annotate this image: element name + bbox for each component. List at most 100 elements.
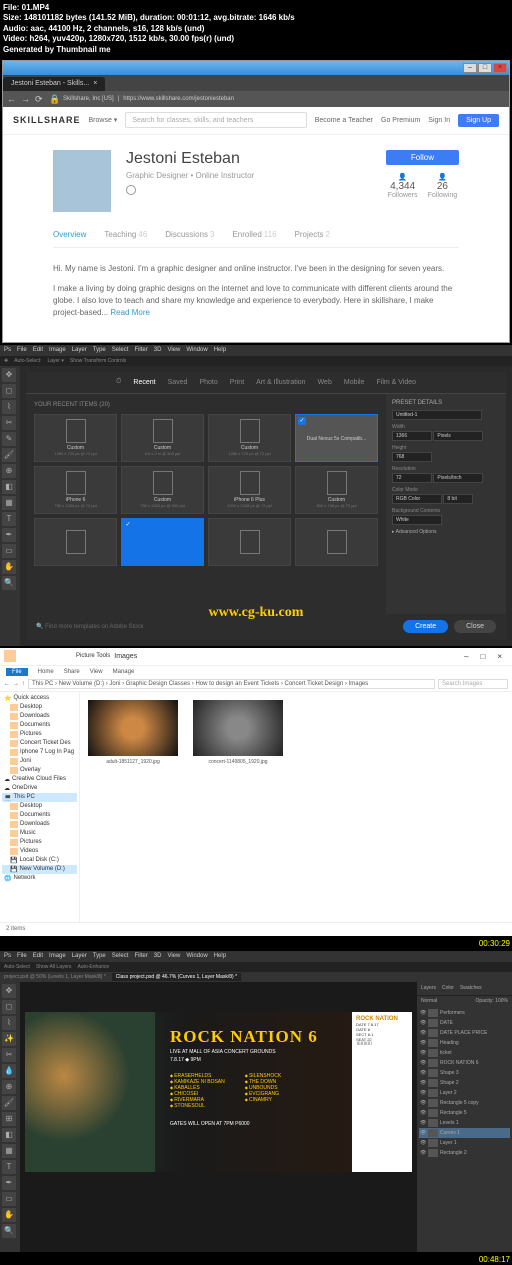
create-button[interactable]: Create [403, 620, 448, 633]
type-tool-icon[interactable]: T [2, 512, 16, 526]
tree-node[interactable]: Documents [2, 811, 77, 820]
layer-row[interactable]: 👁DATE [419, 1018, 510, 1028]
layer-row[interactable]: 👁Performers [419, 1008, 510, 1018]
move-tool-icon[interactable]: ✥ [2, 984, 16, 998]
opacity-label[interactable]: Opacity: 100% [475, 998, 508, 1004]
gradient-tool-icon[interactable]: ▦ [2, 1144, 16, 1158]
file-thumb[interactable]: concert-1149805_1920.jpg [193, 700, 283, 914]
tab-projects[interactable]: Projects2 [295, 230, 330, 239]
marquee-tool-icon[interactable]: ◻ [2, 1000, 16, 1014]
maximize-button[interactable]: □ [478, 63, 492, 73]
layer-row[interactable]: 👁Rectangle 2 [419, 1148, 510, 1158]
breadcrumb[interactable]: This PC › New Volume (D:) › Joni › Graph… [28, 679, 435, 689]
tab-overview[interactable]: Overview [53, 230, 86, 239]
tree-node[interactable]: Videos [2, 847, 77, 856]
eraser-tool-icon[interactable]: ◧ [2, 1128, 16, 1142]
tab-discussions[interactable]: Discussions3 [165, 230, 214, 239]
panel-tab[interactable]: Swatches [460, 985, 482, 991]
close-button[interactable]: Close [454, 620, 496, 633]
tree-node[interactable]: Music [2, 829, 77, 838]
nd-tab-print[interactable]: Print [230, 379, 244, 386]
following-stat[interactable]: 👤 26 Following [428, 173, 458, 199]
ribbon-tab[interactable]: File [6, 668, 28, 676]
panel-tab[interactable]: Color [442, 985, 454, 991]
layer-row[interactable]: 👁DATE PLACE PRICE [419, 1028, 510, 1038]
menu-item[interactable]: Window [186, 347, 207, 353]
layer-row[interactable]: 👁Shape 2 [419, 1078, 510, 1088]
stamp-tool-icon[interactable]: ⊕ [2, 464, 16, 478]
tree-node[interactable]: Desktop [2, 802, 77, 811]
hand-tool-icon[interactable]: ✋ [2, 1208, 16, 1222]
nd-tab-art[interactable]: Art & Illustration [256, 379, 305, 386]
tree-node[interactable]: ☁ OneDrive [2, 784, 77, 793]
tree-node[interactable]: Desktop [2, 703, 77, 712]
tree-node[interactable]: Pictures [2, 838, 77, 847]
preset-item[interactable] [121, 518, 204, 566]
forward-icon[interactable]: → [21, 94, 31, 104]
menu-item[interactable]: Select [112, 953, 129, 959]
reload-icon[interactable]: ⟳ [35, 94, 45, 104]
menu-item[interactable]: Layer [72, 347, 87, 353]
search-input[interactable]: Search Images [438, 679, 508, 689]
close-button[interactable]: × [493, 63, 507, 73]
menu-item[interactable]: Layer [72, 953, 87, 959]
eraser-tool-icon[interactable]: ◧ [2, 480, 16, 494]
close-button[interactable]: × [491, 652, 508, 661]
preset-item[interactable]: Custom800 x 748 px @ 72 ppi [295, 466, 378, 514]
up-icon[interactable]: ↑ [22, 681, 25, 687]
bg-select[interactable]: White [392, 515, 442, 525]
tree-node[interactable]: Downloads [2, 712, 77, 721]
layer-row[interactable]: 👁Layer 1 [419, 1138, 510, 1148]
sign-in-link[interactable]: Sign In [428, 117, 450, 124]
doc-tab[interactable]: Class project.psd @ 46.7% (Curves 1, Lay… [112, 973, 241, 981]
resolution-input[interactable]: 72 [392, 473, 432, 483]
menu-item[interactable]: 3D [154, 953, 162, 959]
menu-item[interactable]: Filter [134, 347, 147, 353]
zoom-tool-icon[interactable]: 🔍 [2, 576, 16, 590]
move-tool-icon[interactable]: ✥ [2, 368, 16, 382]
menu-item[interactable]: Ps [4, 953, 11, 959]
tree-node[interactable]: Overlay [2, 766, 77, 775]
menu-item[interactable]: Select [112, 347, 129, 353]
nd-tab-film[interactable]: Film & Video [376, 379, 416, 386]
advanced-toggle[interactable]: ▸ Advanced Options [392, 529, 500, 535]
menu-item[interactable]: Edit [33, 347, 43, 353]
tab-teaching[interactable]: Teaching46 [104, 230, 147, 239]
file-thumb[interactable]: adult-1851127_1920.jpg [88, 700, 178, 914]
menu-item[interactable]: Type [93, 953, 106, 959]
tree-node[interactable]: ⭐ Quick access [2, 694, 77, 703]
nd-tab-saved[interactable]: Saved [168, 379, 188, 386]
menu-item[interactable]: View [167, 953, 180, 959]
menu-item[interactable]: 3D [154, 347, 162, 353]
bit-select[interactable]: 8 bit [443, 494, 473, 504]
menu-item[interactable]: File [17, 347, 27, 353]
crop-tool-icon[interactable]: ✂ [2, 416, 16, 430]
heal-tool-icon[interactable]: ⊕ [2, 1080, 16, 1094]
preset-item[interactable]: Custom1280 x 720 px @ 72 ppi [34, 414, 117, 462]
sign-up-button[interactable]: Sign Up [458, 114, 499, 127]
res-unit-select[interactable]: Pixels/Inch [433, 473, 483, 483]
wand-tool-icon[interactable]: ✨ [2, 1032, 16, 1046]
lasso-tool-icon[interactable]: ⌇ [2, 400, 16, 414]
layer-row[interactable]: 👁Curves 1 [419, 1128, 510, 1138]
marquee-tool-icon[interactable]: ◻ [2, 384, 16, 398]
width-input[interactable]: 1366 [392, 431, 432, 441]
layer-row[interactable]: 👁Layer 2 [419, 1088, 510, 1098]
hand-tool-icon[interactable]: ✋ [2, 560, 16, 574]
tree-node[interactable]: Downloads [2, 820, 77, 829]
tab-close-icon[interactable]: × [93, 80, 97, 87]
menu-item[interactable]: Image [49, 347, 66, 353]
menu-item[interactable]: Filter [134, 953, 147, 959]
tree-node[interactable]: Joni [2, 757, 77, 766]
follow-button[interactable]: Follow [386, 150, 459, 165]
layer-row[interactable]: 👁ROCK NATION 6 [419, 1058, 510, 1068]
url-text[interactable]: https://www.skillshare.com/jestoniesteba… [123, 96, 234, 102]
layer-row[interactable]: 👁Heading [419, 1038, 510, 1048]
tree-node[interactable]: 💾 Local Disk (C:) [2, 856, 77, 865]
preset-item[interactable]: iPhone 6750 x 1334 px @ 72 ppi [34, 466, 117, 514]
pen-tool-icon[interactable]: ✒ [2, 528, 16, 542]
tree-node[interactable]: Pictures [2, 730, 77, 739]
ribbon-tab[interactable]: View [90, 669, 103, 675]
go-premium-link[interactable]: Go Premium [381, 117, 420, 124]
nd-tab-photo[interactable]: Photo [199, 379, 217, 386]
